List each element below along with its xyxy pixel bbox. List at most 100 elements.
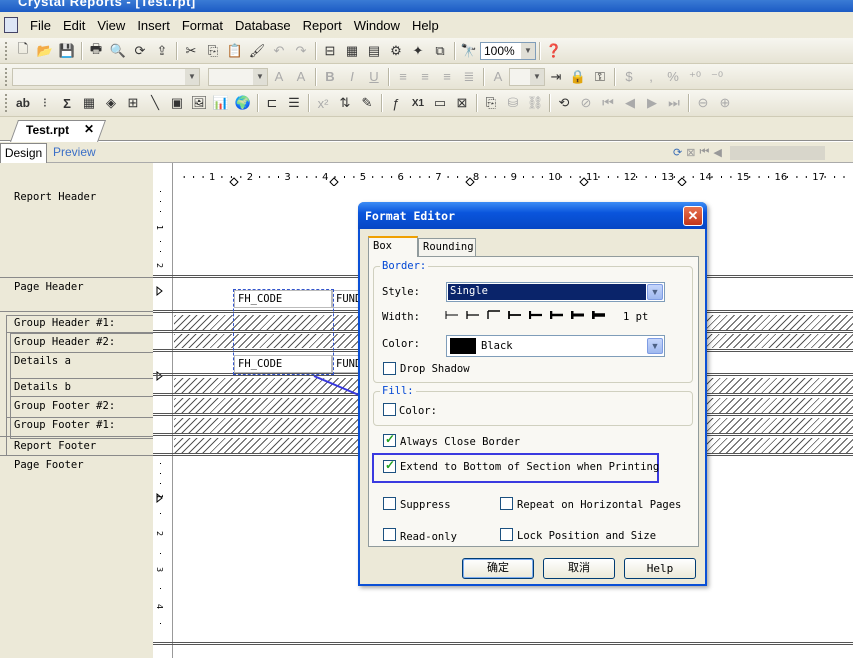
- section-expert-icon[interactable]: ☰: [283, 92, 305, 114]
- undo-icon[interactable]: ↶: [268, 40, 290, 62]
- section-details-a[interactable]: Details a: [14, 355, 71, 367]
- first-page-icon[interactable]: ⏮: [597, 92, 619, 114]
- drop-shadow-label[interactable]: Drop Shadow: [400, 363, 470, 375]
- italic-icon[interactable]: I: [341, 66, 363, 88]
- decrease-font-icon[interactable]: A: [290, 66, 312, 88]
- line-icon[interactable]: ╲: [144, 92, 166, 114]
- redo-icon[interactable]: ↷: [290, 40, 312, 62]
- read-only-label[interactable]: Read-only: [400, 531, 457, 543]
- app-document-icon[interactable]: [4, 17, 18, 33]
- align-right-icon[interactable]: ≡: [436, 66, 458, 88]
- underline-icon[interactable]: U: [363, 66, 385, 88]
- menu-file[interactable]: File: [30, 18, 51, 33]
- hyperlink-icon[interactable]: ⎘: [480, 92, 502, 114]
- lock-size-icon[interactable]: ⚿: [589, 66, 611, 88]
- help-button[interactable]: Help: [624, 558, 696, 579]
- close-icon[interactable]: ✕: [683, 206, 703, 226]
- chevron-down-icon[interactable]: ▼: [521, 42, 535, 59]
- cancel-button[interactable]: 取消: [543, 558, 615, 579]
- section-group-footer-1[interactable]: Group Footer #1:: [14, 419, 115, 431]
- back-icon[interactable]: ⊖: [692, 92, 714, 114]
- section-page-footer[interactable]: Page Footer: [14, 459, 84, 471]
- width-option-half[interactable]: [466, 309, 480, 321]
- save-icon[interactable]: 💾: [56, 40, 78, 62]
- percent-icon[interactable]: %: [662, 66, 684, 88]
- chevron-down-icon[interactable]: ▼: [647, 284, 663, 300]
- vertical-ruler[interactable]: 1 2 1 2 3 4: [153, 163, 173, 658]
- prev-page-icon[interactable]: ◀: [713, 146, 721, 159]
- border-color-select[interactable]: Black ▼: [446, 335, 665, 357]
- refresh-data-icon[interactable]: ⟲: [553, 92, 575, 114]
- section-report-header[interactable]: Report Header: [14, 191, 96, 203]
- always-close-border-checkbox[interactable]: [383, 432, 396, 447]
- section-page-header[interactable]: Page Header: [14, 281, 84, 293]
- border-combo[interactable]: ▼: [509, 67, 545, 86]
- stop-icon[interactable]: ⊠: [686, 146, 695, 159]
- section-group-header-1[interactable]: Group Header #1:: [14, 317, 115, 329]
- width-option-1-5pt[interactable]: [508, 309, 522, 321]
- sort-icon[interactable]: ⇅: [334, 92, 356, 114]
- section-group-header-2[interactable]: Group Header #2:: [14, 336, 115, 348]
- chevron-down-icon[interactable]: ▼: [530, 68, 544, 85]
- next-page-icon[interactable]: ▶: [641, 92, 663, 114]
- align-left-icon[interactable]: ≡: [392, 66, 414, 88]
- close-icon[interactable]: ✕: [84, 122, 94, 136]
- workbench-icon[interactable]: ✦: [407, 40, 429, 62]
- font-color-icon[interactable]: A: [487, 66, 509, 88]
- read-only-checkbox[interactable]: [383, 528, 396, 541]
- tab-preview[interactable]: Preview: [53, 145, 96, 159]
- highlight-expert-icon[interactable]: ✎: [356, 92, 378, 114]
- select-expert-icon[interactable]: ⊏: [261, 92, 283, 114]
- menu-format[interactable]: Format: [182, 18, 223, 33]
- selected-box-object[interactable]: [233, 289, 334, 375]
- section-report-footer[interactable]: Report Footer: [14, 440, 96, 452]
- width-option-4pt[interactable]: [571, 309, 585, 321]
- repository-icon[interactable]: ⚙: [385, 40, 407, 62]
- text-object-icon[interactable]: ab: [12, 92, 34, 114]
- link-icon[interactable]: ⛓: [524, 92, 546, 114]
- copy-icon[interactable]: ⎘: [202, 40, 224, 62]
- guide-marker-icon[interactable]: [156, 285, 163, 297]
- suppress-label[interactable]: Suppress: [400, 499, 451, 511]
- menu-report[interactable]: Report: [303, 18, 342, 33]
- x1-icon[interactable]: X1: [407, 92, 429, 114]
- width-option-2pt[interactable]: [529, 309, 543, 321]
- menu-insert[interactable]: Insert: [137, 18, 170, 33]
- lock-position-label[interactable]: Lock Position and Size: [517, 530, 656, 542]
- record-icon[interactable]: ⊠: [451, 92, 473, 114]
- print-preview-icon[interactable]: 🔍: [107, 40, 129, 62]
- width-option-3pt[interactable]: [550, 309, 564, 321]
- picture-icon[interactable]: 🖼: [188, 92, 210, 114]
- print-icon[interactable]: 🖶: [85, 40, 107, 62]
- stop-icon[interactable]: ⊘: [575, 92, 597, 114]
- tab-design[interactable]: Design: [0, 143, 47, 163]
- extend-to-bottom-label[interactable]: Extend to Bottom of Section when Printin…: [400, 461, 659, 473]
- help-icon[interactable]: ❓: [543, 40, 565, 62]
- repeat-horizontal-checkbox[interactable]: [500, 497, 513, 510]
- chart-icon[interactable]: 📊: [210, 92, 232, 114]
- forward-icon[interactable]: ⊕: [714, 92, 736, 114]
- section-group-footer-2[interactable]: Group Footer #2:: [14, 400, 115, 412]
- suppress-checkbox[interactable]: [383, 497, 396, 510]
- template-icon[interactable]: ▭: [429, 92, 451, 114]
- guide-marker-icon[interactable]: [677, 177, 687, 187]
- format-painter-icon[interactable]: 🖌: [246, 40, 268, 62]
- tab-rounding[interactable]: Rounding: [418, 238, 476, 257]
- thousands-icon[interactable]: ,: [640, 66, 662, 88]
- cut-icon[interactable]: ✂: [180, 40, 202, 62]
- file-tab-label[interactable]: Test.rpt: [26, 123, 69, 137]
- bold-icon[interactable]: B: [319, 66, 341, 88]
- justify-icon[interactable]: ≣: [458, 66, 480, 88]
- prev-page-icon[interactable]: ◀: [619, 92, 641, 114]
- increase-font-icon[interactable]: A: [268, 66, 290, 88]
- lock-format-icon[interactable]: 🔒: [567, 66, 589, 88]
- new-icon[interactable]: 🗋: [12, 40, 34, 62]
- drop-shadow-checkbox[interactable]: [383, 362, 396, 375]
- subreport-icon[interactable]: ⊞: [122, 92, 144, 114]
- cross-tab-icon[interactable]: ▦: [78, 92, 100, 114]
- align-center-icon[interactable]: ≡: [414, 66, 436, 88]
- guide-marker-icon[interactable]: [329, 177, 339, 187]
- width-option-hairline[interactable]: [445, 309, 459, 321]
- find-icon[interactable]: 🔭: [458, 40, 480, 62]
- guide-marker-icon[interactable]: [229, 177, 239, 187]
